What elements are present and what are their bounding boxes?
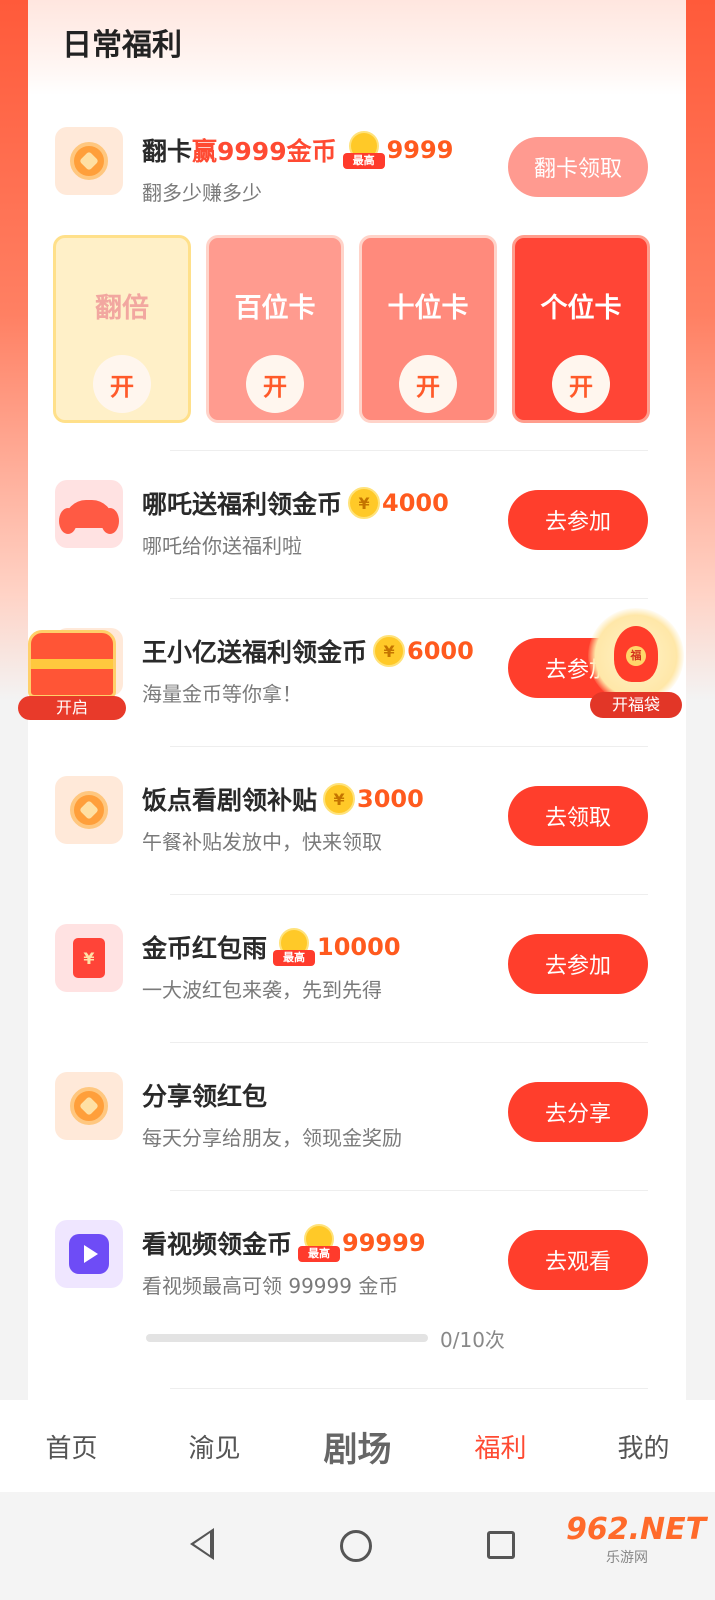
max-tag: 最高 — [342, 153, 385, 169]
task-title-text: 饭点看剧领补贴 — [142, 786, 318, 815]
progress-track — [146, 1334, 428, 1342]
task-title-text: 王小亿送福利领金币 — [142, 638, 368, 667]
flip-card-name: 个位卡 — [540, 293, 622, 324]
task-reward: 6000 — [407, 637, 474, 665]
flip-card-open-button[interactable]: 开 — [93, 355, 151, 413]
task-subtitle: 哪吒给你送福利啦 — [142, 534, 302, 558]
task-meal-subsidy: 饭点看剧领补贴 ¥ 3000 午餐补贴发放中，快来领取 去领取 — [28, 744, 686, 894]
share-button[interactable]: 去分享 — [508, 1082, 648, 1142]
task-subtitle: 翻多少赚多少 — [142, 181, 262, 205]
coin-icon — [55, 776, 123, 844]
task-title-text: 金币红包雨 — [142, 934, 268, 963]
task-title-text: 翻卡 — [142, 137, 193, 166]
nav-theater[interactable]: 剧场 — [286, 1422, 429, 1471]
task-title-text: 看视频领金币 — [142, 1230, 293, 1259]
flip-cards: 翻倍 开 百位卡 开 十位卡 开 个位卡 开 — [53, 235, 653, 425]
progress-text: 0/10次 — [440, 1328, 505, 1352]
lucky-bag-icon: 福 — [614, 626, 658, 682]
claim-button[interactable]: 去领取 — [508, 786, 648, 846]
treasure-chest-icon — [28, 630, 116, 698]
flip-card-task: 翻卡 赢9999金币 最高 9999 翻多少赚多少 翻卡领取 — [28, 95, 686, 245]
task-red-envelope-rain: ¥ 金币红包雨 最高 10000 一大波红包来袭，先到先得 去参加 — [28, 892, 686, 1042]
watch-button[interactable]: 去观看 — [508, 1230, 648, 1290]
hair-icon — [55, 480, 123, 548]
task-reward: 10000 — [317, 933, 401, 961]
flip-card-ones[interactable]: 个位卡 开 — [512, 235, 650, 423]
coin-icon — [55, 1072, 123, 1140]
recent-apps-icon[interactable] — [487, 1531, 515, 1559]
task-subtitle: 每天分享给朋友，领现金奖励 — [142, 1126, 402, 1150]
nav-home[interactable]: 首页 — [0, 1428, 143, 1465]
flip-card-open-button[interactable]: 开 — [246, 355, 304, 413]
task-subtitle: 午餐补贴发放中，快来领取 — [142, 830, 382, 854]
task-share: 分享领红包 每天分享给朋友，领现金奖励 去分享 — [28, 1040, 686, 1190]
flip-card-double[interactable]: 翻倍 开 — [53, 235, 191, 423]
task-subtitle: 一大波红包来袭，先到先得 — [142, 978, 382, 1002]
coin-icon: ¥ — [323, 783, 356, 815]
task-title-text: 分享领红包 — [142, 1082, 268, 1111]
home-icon[interactable] — [340, 1530, 372, 1562]
flip-card-tens[interactable]: 十位卡 开 — [359, 235, 497, 423]
task-title: 金币红包雨 最高 10000 — [142, 928, 401, 966]
task-reward: 9999 — [386, 136, 454, 164]
watermark: 962.NET 乐游网 — [566, 1512, 707, 1584]
page-title: 日常福利 — [62, 28, 182, 63]
divider — [170, 1388, 648, 1389]
task-nezha: 哪吒送福利领金币 ¥ 4000 哪吒给你送福利啦 去参加 — [28, 448, 686, 598]
task-subtitle: 海量金币等你拿！ — [142, 682, 302, 706]
system-navigation-bar: 962.NET 乐游网 — [0, 1492, 715, 1600]
task-title: 看视频领金币 最高 99999 — [142, 1224, 426, 1262]
max-coin-icon: 最高 — [273, 928, 316, 966]
coin-icon: ¥ — [373, 635, 406, 667]
flip-card-name: 翻倍 — [95, 293, 149, 324]
max-tag: 最高 — [273, 950, 316, 966]
play-icon — [55, 1220, 123, 1288]
watermark-main: 962.NET — [566, 1512, 707, 1547]
task-title-highlight: 赢9999金币 — [192, 137, 337, 166]
task-reward: 4000 — [382, 489, 449, 517]
nav-welfare[interactable]: 福利 — [429, 1428, 572, 1465]
flip-card-icon — [55, 127, 123, 195]
flip-card-open-button[interactable]: 开 — [552, 355, 610, 413]
task-subtitle: 看视频最高可领 99999 金币 — [142, 1274, 399, 1298]
flip-card-hundreds[interactable]: 百位卡 开 — [206, 235, 344, 423]
nav-me[interactable]: 我的 — [572, 1428, 715, 1465]
flip-card-name: 十位卡 — [387, 293, 469, 324]
max-tag: 最高 — [298, 1246, 341, 1262]
task-title: 饭点看剧领补贴 ¥ 3000 — [142, 780, 424, 818]
red-envelope-icon: ¥ — [55, 924, 123, 992]
coin-icon: ¥ — [348, 487, 381, 519]
max-coin-icon: 最高 — [342, 131, 385, 169]
bottom-nav: 首页 渝见 剧场 福利 我的 — [0, 1400, 715, 1492]
watermark-sub: 乐游网 — [606, 1550, 648, 1566]
max-coin-icon: 最高 — [298, 1224, 341, 1262]
task-title: 哪吒送福利领金币 ¥ 4000 — [142, 484, 449, 522]
task-watch-video: 看视频领金币 最高 99999 看视频最高可领 99999 金币 去观看 — [28, 1188, 686, 1338]
task-title: 王小亿送福利领金币 ¥ 6000 — [142, 632, 474, 670]
task-title: 分享领红包 — [142, 1076, 267, 1114]
back-icon[interactable] — [190, 1528, 214, 1560]
video-progress: 0/10次 — [146, 1322, 546, 1352]
task-title-text: 哪吒送福利领金币 — [142, 490, 343, 519]
lucky-bag-widget[interactable]: 福 开福袋 — [586, 608, 686, 718]
lucky-bag-label: 开福袋 — [590, 692, 682, 718]
treasure-chest-widget[interactable]: 开启 — [18, 630, 126, 720]
task-reward: 99999 — [342, 1229, 426, 1257]
join-button[interactable]: 去参加 — [508, 490, 648, 550]
nav-yujian[interactable]: 渝见 — [143, 1428, 286, 1465]
flip-card-name: 百位卡 — [234, 293, 316, 324]
task-reward: 3000 — [357, 785, 424, 813]
join-button[interactable]: 去参加 — [508, 934, 648, 994]
task-title: 翻卡 赢9999金币 最高 9999 — [142, 131, 453, 169]
chest-open-label: 开启 — [18, 696, 126, 720]
flip-card-open-button[interactable]: 开 — [399, 355, 457, 413]
flip-card-claim-button[interactable]: 翻卡领取 — [508, 137, 648, 197]
